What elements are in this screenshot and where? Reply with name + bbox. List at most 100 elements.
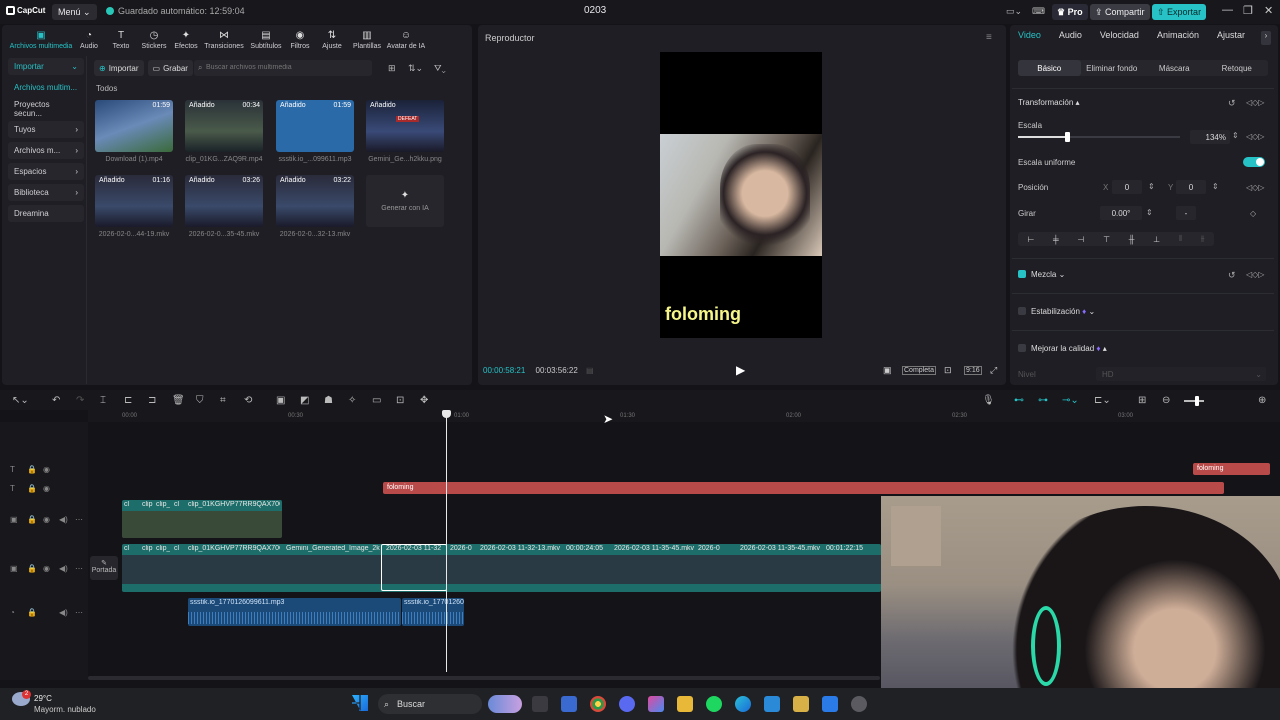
align-center-v-icon[interactable]: ╫: [1129, 235, 1135, 244]
tab-speed[interactable]: Velocidad: [1100, 30, 1139, 46]
minimize-icon[interactable]: —: [1222, 4, 1233, 16]
microphone-icon[interactable]: 🎙: [982, 395, 995, 406]
uniform-scale-toggle[interactable]: [1243, 157, 1265, 167]
eye-icon[interactable]: ◉: [43, 484, 50, 493]
timeline-ruler[interactable]: [88, 410, 1280, 422]
text-clip[interactable]: foloming: [383, 482, 1224, 494]
snap-icon[interactable]: ⊏⌄: [1094, 395, 1111, 406]
fit-icon[interactable]: ⊡: [944, 365, 952, 376]
shortcuts-icon[interactable]: ⌨: [1032, 6, 1045, 17]
delete-icon[interactable]: 🗑: [172, 395, 185, 406]
lock-icon[interactable]: 🔒: [27, 564, 37, 573]
subtitles-gen-icon[interactable]: ▭: [372, 395, 381, 406]
export-button[interactable]: ⇧ Exportar: [1152, 4, 1207, 20]
blend-checkbox[interactable]: [1018, 270, 1026, 278]
rotate-input[interactable]: 0.00°: [1100, 206, 1142, 220]
tabs-scroll-right-icon[interactable]: ›: [1261, 31, 1271, 45]
lock-icon[interactable]: 🔒: [27, 515, 37, 524]
tab-adjust[interactable]: Ajustar: [1217, 30, 1245, 46]
audio-clip[interactable]: ssstik.io_1770126099611.mp3: [188, 598, 401, 626]
ratio-button[interactable]: 9:16: [964, 366, 982, 375]
align-left-icon[interactable]: ⊢: [1027, 235, 1034, 244]
tool-media[interactable]: ▣ Archivos multimedia: [8, 26, 74, 54]
tool-subtitles[interactable]: ▤ Subtítulos: [246, 26, 286, 54]
task-view-icon[interactable]: [532, 696, 548, 712]
pro-button[interactable]: ♛ Pro: [1052, 4, 1088, 20]
mirror-icon[interactable]: ◩: [300, 395, 309, 406]
chrome-icon[interactable]: [590, 696, 606, 712]
select-tool-icon[interactable]: ↖⌄: [12, 395, 29, 406]
media-search-input[interactable]: [194, 60, 372, 76]
tool-audio[interactable]: ◔ Audio: [74, 26, 104, 54]
spotify-icon[interactable]: [706, 696, 722, 712]
audio-clip[interactable]: ssstik.io_17701260: [402, 598, 464, 626]
distribute-v-icon[interactable]: ⫵: [1201, 234, 1205, 244]
tool-templates[interactable]: ▥ Plantillas: [350, 26, 384, 54]
timeline-view-icon[interactable]: ▤: [586, 366, 594, 375]
sidebar-item-import[interactable]: Importar ⌄: [8, 58, 84, 75]
split-right-icon[interactable]: ⊐: [148, 395, 156, 406]
redo-icon[interactable]: ↷: [76, 395, 84, 406]
main-video-track[interactable]: cl clip clip_l cl clip_01KGHVP77RR9QAX70…: [122, 544, 881, 592]
sidebar-item-media-files[interactable]: Archivos multim...: [8, 79, 84, 96]
position-x-input[interactable]: 0: [1112, 180, 1142, 194]
crop-icon[interactable]: ⌗: [220, 395, 226, 406]
subtab-mask[interactable]: Máscara: [1143, 60, 1206, 76]
keyframe-icon[interactable]: ◁◇▷: [1246, 98, 1264, 107]
blend-section[interactable]: Mezcla ⌄: [1031, 270, 1065, 279]
distribute-h-icon[interactable]: ⫴: [1179, 234, 1182, 244]
level-select[interactable]: HD ⌄: [1096, 367, 1266, 381]
lock-icon[interactable]: 🔒: [27, 484, 37, 493]
search-highlight-icon[interactable]: [488, 695, 522, 713]
stabilize-checkbox[interactable]: [1018, 307, 1026, 315]
magic-icon[interactable]: ✧: [348, 395, 356, 406]
split-icon[interactable]: ⌶: [100, 395, 106, 406]
tab-video[interactable]: Video: [1018, 30, 1041, 46]
auto-reframe-icon[interactable]: ⟲: [244, 395, 252, 406]
filter-funnel-icon[interactable]: ⛛⌄: [434, 63, 446, 74]
align-right-icon[interactable]: ⊣: [1077, 235, 1084, 244]
sidebar-item-yours[interactable]: Tuyos ›: [8, 121, 84, 138]
align-center-h-icon[interactable]: ╪: [1053, 235, 1059, 244]
app-icon[interactable]: [793, 696, 809, 712]
undo-icon[interactable]: ↶: [52, 395, 60, 406]
remove-bg-icon[interactable]: ☗: [324, 395, 333, 406]
marker-icon[interactable]: ⛉: [196, 395, 204, 406]
stepper-icon[interactable]: ⇕: [1212, 182, 1219, 191]
zoom-in-icon[interactable]: ⊕: [1258, 395, 1266, 406]
scale-input[interactable]: 134%: [1190, 130, 1230, 144]
media-thumb-2[interactable]: Añadido 00:34: [185, 100, 263, 152]
text-clip[interactable]: foloming: [1193, 463, 1270, 475]
keyframe-icon[interactable]: ◇: [1250, 209, 1256, 218]
speaker-icon[interactable]: ◀): [59, 608, 68, 617]
grid-view-icon[interactable]: ⊞: [388, 63, 396, 74]
quality-button[interactable]: Completa: [902, 366, 936, 375]
stepper-icon[interactable]: ⇕: [1146, 208, 1153, 217]
improve-quality-section[interactable]: Mejorar la calidad ♦ ▴: [1031, 344, 1107, 353]
file-explorer-icon[interactable]: [677, 696, 693, 712]
zoom-slider[interactable]: [1184, 400, 1204, 402]
stabilize-section[interactable]: Estabilización ♦ ⌄: [1031, 307, 1095, 316]
tab-animation[interactable]: Animación: [1157, 30, 1199, 46]
share-button[interactable]: ⇪ Compartir: [1090, 4, 1150, 20]
media-thumb-3[interactable]: Añadido 01:59: [276, 100, 354, 152]
keyframe-icon[interactable]: ◁◇▷: [1246, 183, 1264, 192]
overlay-video-clip[interactable]: cl clip clip_l cl clip_01KGHVP77RR9QAX70…: [122, 500, 282, 538]
maximize-icon[interactable]: ❐: [1243, 4, 1253, 17]
keyframe-icon[interactable]: ◁◇▷: [1246, 132, 1264, 141]
tab-audio[interactable]: Audio: [1059, 30, 1082, 46]
keyframe-icon[interactable]: ◁◇▷: [1246, 270, 1264, 279]
position-y-input[interactable]: 0: [1176, 180, 1206, 194]
ai-tool-icon[interactable]: ✥: [420, 395, 428, 406]
sort-icon[interactable]: ⇅⌄: [408, 63, 423, 74]
generate-ai-card[interactable]: ✦ Generar con IA: [366, 175, 444, 227]
tool-adjust[interactable]: ⇅ Ajuste: [314, 26, 350, 54]
freeze-icon[interactable]: ▣: [276, 395, 285, 406]
playhead[interactable]: [442, 410, 451, 672]
sidebar-item-media-m[interactable]: Archivos m... ›: [8, 142, 84, 159]
scale-slider-knob[interactable]: [1064, 132, 1070, 142]
reset-icon[interactable]: ↺: [1228, 98, 1236, 109]
eye-icon[interactable]: ◉: [43, 564, 50, 573]
sidebar-item-library[interactable]: Biblioteca ›: [8, 184, 84, 201]
fit-timeline-icon[interactable]: ⊞: [1138, 395, 1146, 406]
